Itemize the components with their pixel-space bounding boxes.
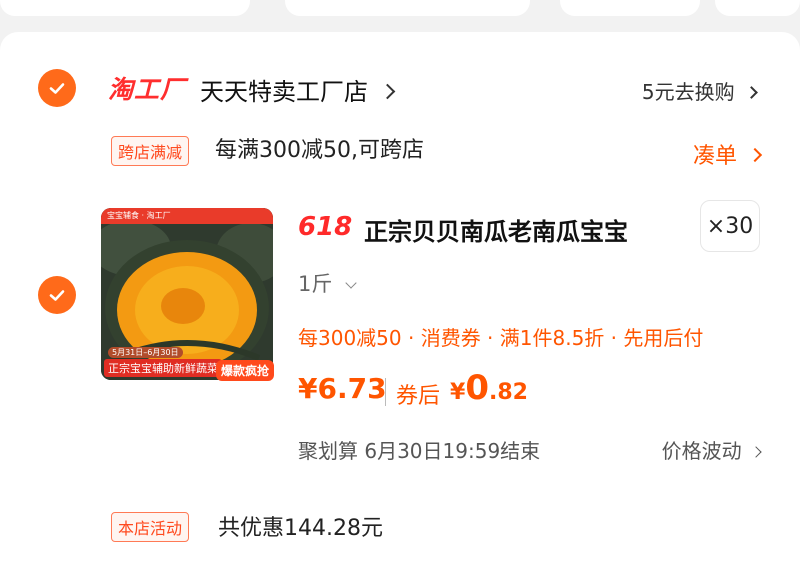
top-filter-strip [0, 0, 800, 20]
thumbnail-hot-badge: 爆款疯抢 [216, 360, 275, 381]
after-coupon-integer: 0 [465, 368, 489, 408]
top-filter-pill[interactable] [715, 0, 800, 16]
thumbnail-date-label: 5月31日–6月30日 [108, 347, 183, 358]
check-icon [49, 290, 65, 301]
price-fluctuation-link[interactable]: 价格波动 [661, 435, 762, 464]
product-price: ¥6.73 [298, 372, 387, 405]
spec-value: 1斤 [298, 272, 333, 296]
quantity-button[interactable]: ×30 [700, 200, 760, 252]
chevron-right-icon [745, 86, 758, 99]
store-total-discount: 共优惠144.28元 [218, 516, 383, 541]
store-select-checkbox[interactable] [38, 69, 76, 107]
promo-description: 每满300减50,可跨店 [215, 138, 424, 163]
top-filter-pill[interactable] [560, 0, 700, 16]
add-items-label: 凑单 [692, 144, 737, 169]
swap-purchase-link[interactable]: 5元去换购 [641, 76, 758, 105]
store-activity-tag: 本店活动 [111, 512, 190, 542]
after-coupon-price: ¥0.82 [450, 368, 528, 408]
thumbnail-top-banner: 宝宝辅食 · 淘工厂 [101, 208, 273, 224]
top-filter-pill[interactable] [0, 0, 250, 16]
chevron-right-icon [750, 446, 762, 458]
spec-selector[interactable]: 1斤 [298, 268, 357, 298]
add-items-link[interactable]: 凑单 [692, 138, 763, 170]
price-divider [385, 378, 386, 406]
product-perks: 每300减50 · 消费券 · 满1件8.5折 · 先用后付 [298, 326, 704, 350]
chevron-right-icon [379, 83, 395, 100]
check-icon [49, 83, 65, 94]
price-fluctuation-label: 价格波动 [661, 439, 742, 463]
after-coupon-currency: ¥ [450, 380, 466, 405]
flash-sale-countdown: 聚划算 6月30日19:59结束 [298, 439, 541, 463]
product-title[interactable]: 正宗贝贝南瓜老南瓜宝宝 [364, 212, 628, 247]
chevron-right-icon [747, 147, 763, 163]
thumbnail-caption: 正宗宝宝辅助新鲜蔬菜 [104, 359, 222, 377]
after-coupon-label: 券后 [396, 384, 441, 409]
item-select-checkbox[interactable] [38, 276, 76, 314]
swap-purchase-label: 5元去换购 [641, 80, 735, 104]
after-coupon-decimal: .82 [488, 380, 528, 405]
store-name-link[interactable]: 天天特卖工厂店 [200, 72, 395, 107]
store-logo: 淘工厂 [108, 75, 187, 104]
top-filter-pill[interactable] [285, 0, 530, 16]
chevron-down-icon [345, 277, 357, 289]
store-name: 天天特卖工厂店 [200, 78, 368, 106]
cross-store-discount-tag: 跨店满减 [111, 136, 190, 166]
promo-618-badge: 618 [298, 212, 353, 242]
